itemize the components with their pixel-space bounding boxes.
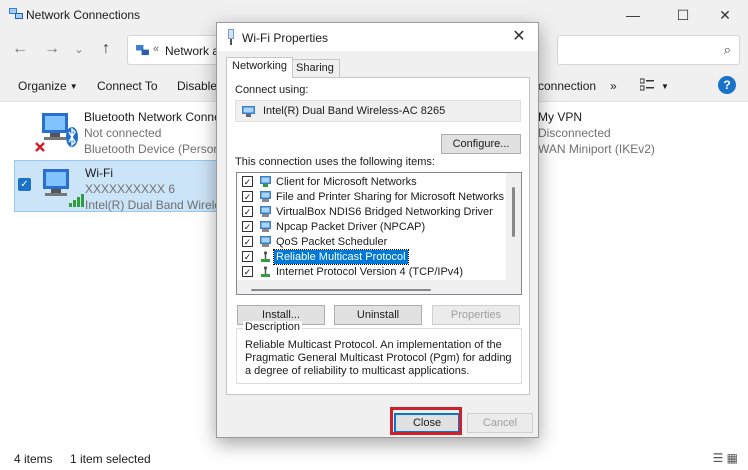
- connection-name: My VPN: [538, 110, 583, 124]
- minimize-button[interactable]: —: [610, 0, 656, 30]
- checkbox-checked-icon[interactable]: ✓: [242, 221, 253, 232]
- network-connections-icon: [136, 45, 149, 56]
- forward-button[interactable]: →: [40, 40, 64, 58]
- list-item-label: VirtualBox NDIS6 Bridged Networking Driv…: [276, 206, 493, 218]
- horizontal-scrollbar[interactable]: [237, 280, 521, 294]
- network-adapter-icon: [228, 29, 234, 45]
- list-item[interactable]: ✓ VirtualBox NDIS6 Bridged Networking Dr…: [237, 205, 507, 220]
- networking-panel: Connect using: Intel(R) Dual Band Wirele…: [226, 77, 530, 395]
- connection-name: Bluetooth Network Connecti: [84, 110, 233, 124]
- minimize-icon: —: [626, 7, 640, 23]
- cancel-button[interactable]: Cancel: [467, 413, 533, 433]
- help-icon[interactable]: ?: [718, 76, 736, 94]
- view-options-icon[interactable]: [640, 78, 654, 92]
- uninstall-button[interactable]: Uninstall: [334, 305, 422, 325]
- tab-sharing[interactable]: Sharing: [290, 59, 340, 77]
- wifi-properties-dialog: Wi-Fi Properties ✕ Networking Sharing Co…: [216, 22, 539, 438]
- list-item[interactable]: ✓ Client for Microsoft Networks: [237, 175, 507, 190]
- bluetooth-network-icon: [35, 113, 78, 152]
- items-label: This connection uses the following items…: [235, 156, 435, 168]
- selected-count: 1 item selected: [70, 452, 151, 466]
- connection-device: WAN Miniport (IKEv2): [538, 142, 655, 156]
- organize-button[interactable]: Organize ▼: [18, 79, 78, 93]
- description-title: Description: [243, 321, 303, 333]
- connection-status: Disconnected: [538, 126, 611, 140]
- list-item-label: File and Printer Sharing for Microsoft N…: [276, 191, 505, 203]
- close-window-button[interactable]: ✕: [702, 0, 748, 30]
- list-item[interactable]: ✓ Npcap Packet Driver (NPCAP): [237, 220, 507, 235]
- recent-locations-button[interactable]: ⌄: [67, 43, 91, 56]
- connection-status: XXXXXXXXXX 6: [85, 182, 176, 196]
- configure-button[interactable]: Configure...: [441, 134, 521, 154]
- network-connections-icon: [9, 8, 23, 19]
- connection-status: Not connected: [84, 126, 162, 140]
- status-bar: 4 items 1 item selected ☰ ▦: [0, 445, 748, 470]
- network-service-icon: [260, 191, 271, 202]
- maximize-icon: ☐: [676, 6, 690, 23]
- dialog-title-bar: Wi-Fi Properties ✕: [217, 23, 538, 51]
- up-button[interactable]: ↑: [94, 40, 118, 58]
- search-input[interactable]: ⌕: [557, 35, 740, 65]
- network-client-icon: [260, 176, 271, 187]
- chevron-down-icon[interactable]: ▼: [661, 82, 669, 91]
- checkbox-checked-icon[interactable]: ✓: [242, 206, 253, 217]
- connection-name: Wi-Fi: [85, 166, 113, 180]
- network-adapter-icon: [242, 106, 255, 117]
- checkbox-checked-icon[interactable]: ✓: [242, 266, 253, 277]
- wifi-network-icon: [43, 169, 84, 207]
- list-item-label: Reliable Multicast Protocol: [273, 249, 409, 265]
- window-title: Network Connections: [26, 8, 141, 22]
- vertical-scrollbar[interactable]: [506, 173, 521, 281]
- protocol-icon: [261, 266, 270, 277]
- network-service-icon: [260, 236, 271, 247]
- close-icon: ✕: [719, 6, 731, 23]
- list-item[interactable]: ✓ Internet Protocol Version 4 (TCP/IPv4): [237, 265, 507, 280]
- more-commands-button[interactable]: »: [610, 79, 617, 93]
- connect-to-button[interactable]: Connect To: [97, 79, 158, 93]
- checkbox-checked-icon[interactable]: ✓: [242, 236, 253, 247]
- description-group: Description Reliable Multicast Protocol.…: [236, 321, 522, 384]
- list-item[interactable]: ✓ QoS Packet Scheduler: [237, 235, 507, 250]
- protocol-icon: [261, 251, 270, 262]
- adapter-field: Intel(R) Dual Band Wireless-AC 8265: [235, 100, 521, 122]
- network-service-icon: [260, 221, 271, 232]
- search-icon: ⌕: [723, 42, 731, 57]
- connection-item-vpn[interactable]: My VPN Disconnected WAN Miniport (IKEv2): [530, 105, 740, 156]
- list-item[interactable]: ✓ File and Printer Sharing for Microsoft…: [237, 190, 507, 205]
- checkbox-checked-icon[interactable]: ✓: [18, 178, 31, 191]
- checkbox-checked-icon[interactable]: ✓: [242, 251, 253, 262]
- adapter-name: Intel(R) Dual Band Wireless-AC 8265: [263, 105, 446, 117]
- item-count: 4 items: [14, 452, 53, 466]
- breadcrumb-overflow-icon: «: [153, 43, 160, 55]
- description-text: Reliable Multicast Protocol. An implemen…: [245, 339, 512, 377]
- dialog-title: Wi-Fi Properties: [242, 31, 329, 45]
- checkbox-checked-icon[interactable]: ✓: [242, 176, 253, 187]
- connection-button[interactable]: connection: [538, 79, 596, 93]
- properties-button[interactable]: Properties: [432, 305, 520, 325]
- connect-using-label: Connect using:: [235, 84, 309, 96]
- close-button-highlight: [390, 407, 462, 435]
- connection-item-bluetooth[interactable]: Bluetooth Network Connecti Not connected…: [14, 105, 240, 156]
- scrollbar-thumb[interactable]: [512, 187, 515, 237]
- chevron-down-icon: ▼: [69, 82, 78, 91]
- tab-networking[interactable]: Networking: [226, 57, 294, 78]
- list-item-selected[interactable]: ✓ Reliable Multicast Protocol: [237, 249, 507, 265]
- network-service-icon: [260, 206, 271, 217]
- connection-item-wifi[interactable]: ✓ Wi-Fi XXXXXXXXXX 6 Intel(R) Dual Band …: [14, 160, 245, 212]
- components-list[interactable]: ✓ Client for Microsoft Networks ✓ File a…: [236, 172, 522, 295]
- close-icon: ✕: [512, 28, 526, 45]
- list-item-label: Client for Microsoft Networks: [276, 176, 417, 188]
- address-text: Network ar: [165, 44, 224, 58]
- details-view-icon[interactable]: ☰ ▦: [713, 451, 738, 465]
- list-item-label: Npcap Packet Driver (NPCAP): [276, 221, 426, 233]
- checkbox-checked-icon[interactable]: ✓: [242, 191, 253, 202]
- organize-label: Organize: [18, 79, 67, 93]
- list-item-label: QoS Packet Scheduler: [276, 236, 388, 248]
- dialog-close-button[interactable]: ✕: [508, 27, 530, 47]
- scrollbar-thumb[interactable]: [251, 289, 431, 291]
- maximize-button[interactable]: ☐: [660, 0, 706, 30]
- list-item-label: Internet Protocol Version 4 (TCP/IPv4): [276, 266, 464, 278]
- back-button[interactable]: ←: [8, 40, 32, 58]
